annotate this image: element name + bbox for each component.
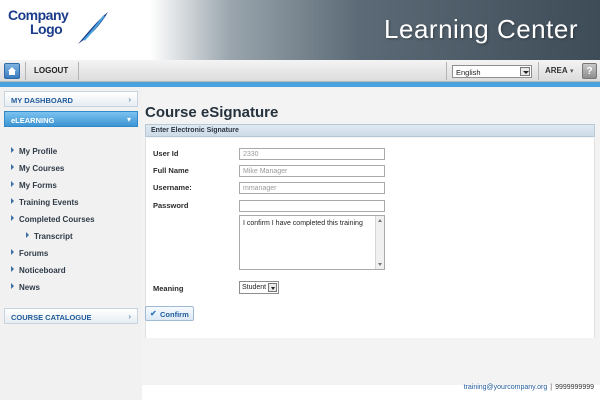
username-field[interactable]: mmanager xyxy=(239,182,385,194)
logo-line-2: Logo xyxy=(30,21,63,37)
sidebar-item-my-forms[interactable]: My Forms xyxy=(11,181,57,190)
nav-label: Forums xyxy=(19,249,49,258)
area-menu[interactable]: AREA xyxy=(545,66,568,75)
sidebar-item-forums[interactable]: Forums xyxy=(11,249,48,258)
nav-label: My Forms xyxy=(19,181,57,190)
arrow-right-icon xyxy=(11,249,14,255)
section-header: Enter Electronic Signature xyxy=(145,124,595,137)
language-select[interactable]: English xyxy=(452,65,532,78)
footer-email-link[interactable]: training@yourcompany.org xyxy=(464,384,548,391)
nav-label: Transcript xyxy=(34,232,73,241)
meaning-label: Meaning xyxy=(153,284,184,293)
toolbar-divider xyxy=(78,62,79,80)
language-value: English xyxy=(456,68,481,77)
arrow-right-icon xyxy=(11,164,14,170)
sidebar-item-my-profile[interactable]: My Profile xyxy=(11,147,57,156)
scroll-up-icon[interactable] xyxy=(378,219,382,222)
logo-swoosh-icon xyxy=(78,12,108,44)
chevron-down-icon xyxy=(268,283,277,292)
nav-label: News xyxy=(19,283,40,292)
page-title: Course eSignature xyxy=(145,104,279,121)
sidebar-item-label: MY DASHBOARD xyxy=(11,96,73,105)
home-button[interactable] xyxy=(4,63,20,79)
area-chevron-icon[interactable]: ▾ xyxy=(570,67,574,75)
sidebar-item-label: eLEARNING xyxy=(11,116,55,125)
arrow-right-icon xyxy=(11,266,14,272)
sidebar: MY DASHBOARD › eLEARNING ▾ My Profile My… xyxy=(0,87,142,400)
logout-link[interactable]: LOGOUT xyxy=(34,66,68,75)
footer-phone: 9999999999 xyxy=(555,384,594,391)
nav-label: Completed Courses xyxy=(19,215,95,224)
meaning-select[interactable]: Student xyxy=(239,281,279,294)
textarea-scrollbar[interactable] xyxy=(375,216,384,269)
username-label: Username: xyxy=(153,183,192,192)
full-name-field[interactable]: Mike Manager xyxy=(239,165,385,177)
arrow-right-icon xyxy=(11,147,14,153)
sidebar-item-elearning[interactable]: eLEARNING ▾ xyxy=(4,111,138,127)
section-title: Enter Electronic Signature xyxy=(151,127,239,134)
sidebar-item-my-courses[interactable]: My Courses xyxy=(11,164,64,173)
confirm-label: Confirm xyxy=(160,310,189,319)
sidebar-item-label: COURSE CATALOGUE xyxy=(11,313,92,322)
logo-text: Company Logo xyxy=(8,8,69,37)
full-name-label: Full Name xyxy=(153,166,189,175)
nav-label: Training Events xyxy=(19,198,79,207)
nav-label: My Profile xyxy=(19,147,58,156)
arrow-right-icon xyxy=(26,232,29,238)
checkmark-icon: ✔ xyxy=(150,309,157,318)
user-id-field[interactable]: 2330 xyxy=(239,148,385,160)
app-title: Learning Center xyxy=(384,14,578,44)
sidebar-item-transcript[interactable]: Transcript xyxy=(26,232,73,241)
username-value: mmanager xyxy=(243,185,277,192)
user-id-label: User Id xyxy=(153,149,179,158)
meaning-value: Student xyxy=(242,284,267,291)
company-logo[interactable]: Company Logo xyxy=(8,8,113,54)
signature-statement-textarea[interactable]: I confirm I have completed this training xyxy=(239,215,385,270)
nav-label: Noticeboard xyxy=(19,266,66,275)
footer-separator: | xyxy=(550,384,553,391)
chevron-right-icon: › xyxy=(128,312,131,321)
user-id-value: 2330 xyxy=(243,151,259,158)
chevron-down-icon xyxy=(520,67,530,76)
sidebar-item-training-events[interactable]: Training Events xyxy=(11,198,79,207)
sidebar-item-my-dashboard[interactable]: MY DASHBOARD › xyxy=(4,91,138,107)
confirm-button[interactable]: ✔ Confirm xyxy=(145,306,194,321)
arrow-right-icon xyxy=(11,181,14,187)
footer-contact: training@yourcompany.org | 9999999999 xyxy=(464,384,594,391)
password-label: Password xyxy=(153,201,189,210)
toolbar-divider xyxy=(538,62,539,80)
top-toolbar: LOGOUT English AREA ▾ ? xyxy=(0,60,600,82)
signature-form: User Id 2330 Full Name Mike Manager User… xyxy=(145,138,595,338)
sidebar-item-noticeboard[interactable]: Noticeboard xyxy=(11,266,66,275)
arrow-right-icon xyxy=(11,283,14,289)
sidebar-item-completed-courses[interactable]: Completed Courses xyxy=(11,215,95,224)
sidebar-item-course-catalogue[interactable]: COURSE CATALOGUE › xyxy=(4,308,138,324)
full-name-value: Mike Manager xyxy=(243,168,288,175)
sidebar-item-news[interactable]: News xyxy=(11,283,40,292)
main-content: Course eSignature Enter Electronic Signa… xyxy=(142,87,600,385)
nav-label: My Courses xyxy=(19,164,65,173)
scroll-down-icon[interactable] xyxy=(378,263,382,266)
app-header: Company Logo Learning Center xyxy=(0,0,600,60)
toolbar-divider xyxy=(25,62,26,80)
help-button[interactable]: ? xyxy=(582,63,597,79)
chevron-right-icon: › xyxy=(128,95,131,104)
arrow-right-icon xyxy=(11,215,14,221)
arrow-right-icon xyxy=(11,198,14,204)
statement-text: I confirm I have completed this training xyxy=(243,220,363,227)
chevron-down-icon: ▾ xyxy=(126,115,131,124)
home-icon xyxy=(8,67,16,75)
toolbar-divider xyxy=(446,62,447,80)
password-field[interactable] xyxy=(239,200,385,212)
